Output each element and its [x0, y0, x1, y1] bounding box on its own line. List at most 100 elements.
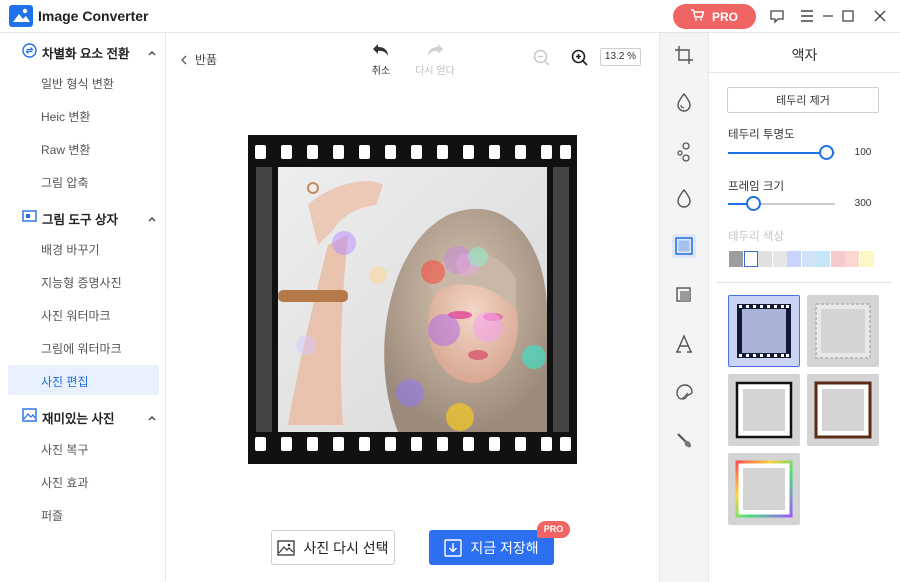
zoom-in-icon — [571, 49, 588, 66]
sidebar-item-compress[interactable]: 그림 압축 — [8, 166, 159, 196]
undo-button[interactable]: 취소 — [367, 42, 395, 77]
color-swatch[interactable] — [772, 251, 787, 267]
sidebar-item-restore[interactable]: 사진 복구 — [8, 433, 159, 463]
section-label: 재미있는 사진 — [42, 412, 115, 426]
sidebar-item-general-convert[interactable]: 일반 형식 변환 — [8, 67, 159, 97]
zoom-out-icon — [533, 49, 550, 66]
color-swatch[interactable] — [787, 251, 801, 267]
frame-style-film[interactable] — [728, 295, 800, 367]
sidebar-item-label: 퍼즐 — [41, 509, 64, 523]
transparency-value[interactable]: 100 — [848, 145, 878, 161]
redo-icon — [428, 44, 443, 56]
color-swatch[interactable] — [845, 251, 859, 267]
sidebar-item-label: 사진 워터마크 — [41, 309, 111, 323]
frame-tool-icon[interactable] — [672, 234, 696, 258]
frame-style-deckle[interactable] — [807, 295, 879, 367]
color-swatch[interactable] — [859, 251, 874, 267]
sidebar-item-photo-edit[interactable]: 사진 편집 — [8, 365, 159, 395]
transparency-label: 테두리 투명도 — [728, 129, 795, 141]
title-bar: Image Converter PRO — [0, 0, 900, 33]
frame-size-value[interactable]: 300 — [848, 196, 878, 212]
transparency-slider-knob[interactable] — [819, 145, 834, 160]
sidebar-item-photo-watermark[interactable]: 사진 워터마크 — [8, 299, 159, 329]
frame-size-label: 프레임 크기 — [728, 181, 785, 193]
toolbox-icon — [22, 209, 37, 223]
divider — [716, 282, 892, 283]
sidebar: 차별화 요소 전환 일반 형식 변환 Heic 변환 Raw 변환 그림 압축 … — [0, 33, 166, 582]
download-icon — [444, 538, 463, 557]
color-swatch[interactable] — [729, 251, 743, 267]
sidebar-item-effects[interactable]: 사진 효과 — [8, 466, 159, 496]
film-frame-thumb-icon — [737, 304, 791, 358]
frame-size-slider-knob[interactable] — [746, 196, 761, 211]
convert-icon — [22, 43, 37, 58]
zoom-level[interactable]: 13.2 % — [600, 48, 641, 66]
chat-icon[interactable] — [767, 6, 787, 26]
adjust-tool-icon[interactable] — [672, 90, 696, 114]
effect-tool-icon[interactable] — [672, 186, 696, 210]
minimize-icon[interactable] — [818, 6, 838, 26]
brush-tool-icon[interactable] — [672, 428, 696, 452]
app-title: Image Converter — [38, 8, 149, 24]
color-swatch[interactable] — [743, 251, 758, 267]
sidebar-item-puzzle[interactable]: 퍼즐 — [8, 499, 159, 529]
color-swatch[interactable] — [801, 251, 816, 267]
sidebar-section-toolbox[interactable]: 그림 도구 상자 — [0, 201, 166, 231]
pro-upgrade-button[interactable]: PRO — [673, 4, 756, 29]
undo-label: 취소 — [371, 66, 391, 77]
transparency-slider-fill — [728, 152, 827, 154]
back-button[interactable]: 반품 — [180, 51, 217, 68]
sidebar-section-fun[interactable]: 재미있는 사진 — [0, 400, 166, 430]
section-label: 그림 도구 상자 — [42, 213, 118, 227]
frame-style-rainbow[interactable] — [728, 453, 800, 525]
sidebar-item-id-photo[interactable]: 지능형 증명사진 — [8, 266, 159, 296]
frame-style-black-thin[interactable] — [728, 374, 800, 446]
sidebar-item-label: Heic 변환 — [41, 110, 91, 124]
divider — [709, 72, 900, 73]
sidebar-section-conversion[interactable]: 차별화 요소 전환 — [0, 35, 166, 65]
color-swatch[interactable] — [758, 251, 772, 267]
reselect-photo-button[interactable]: 사진 다시 선택 — [271, 530, 395, 565]
menu-icon[interactable] — [797, 6, 817, 26]
chevron-up-icon — [147, 45, 157, 56]
zoom-out-button[interactable] — [533, 49, 551, 70]
app-logo-icon — [9, 5, 33, 27]
sidebar-item-label: 일반 형식 변환 — [41, 77, 114, 91]
sidebar-item-label: Raw 변환 — [41, 143, 91, 157]
cart-icon — [690, 9, 705, 24]
back-label: 반품 — [195, 53, 218, 67]
mosaic-tool-icon[interactable] — [672, 380, 696, 404]
redo-button[interactable]: 다시 얻다 — [413, 42, 457, 77]
tool-strip — [660, 33, 708, 582]
color-swatch[interactable] — [816, 251, 830, 267]
filter-tool-icon[interactable] — [672, 140, 696, 164]
sidebar-item-label: 그림 압축 — [41, 176, 89, 190]
remove-border-button[interactable]: 테두리 제거 — [727, 87, 879, 113]
sidebar-item-heic[interactable]: Heic 변환 — [8, 100, 159, 130]
crop-tool-icon[interactable] — [672, 43, 696, 67]
sidebar-item-raw[interactable]: Raw 변환 — [8, 133, 159, 163]
color-swatch[interactable] — [830, 251, 845, 267]
black-frame-thumb-icon — [735, 381, 793, 439]
text-tool-icon[interactable] — [672, 332, 696, 356]
sticker-tool-icon[interactable] — [672, 283, 696, 307]
sidebar-item-label: 지능형 증명사진 — [41, 276, 122, 290]
panel-title: 액자 — [791, 47, 818, 63]
border-color-label: 테두리 색상 — [728, 231, 785, 243]
deckle-frame-thumb-icon — [815, 303, 871, 359]
sidebar-item-label: 사진 효과 — [41, 476, 89, 490]
sidebar-item-label: 그림에 워터마크 — [41, 342, 122, 356]
zoom-in-button[interactable] — [571, 49, 589, 70]
save-now-button[interactable]: 지금 저장해 — [429, 530, 554, 565]
image-icon — [277, 539, 296, 556]
section-label: 차별화 요소 전환 — [42, 47, 130, 61]
sidebar-item-label: 사진 편집 — [41, 375, 89, 389]
close-icon[interactable] — [870, 6, 890, 26]
chevron-up-icon — [147, 211, 157, 222]
redo-label: 다시 얻다 — [415, 66, 455, 77]
maximize-icon[interactable] — [838, 6, 858, 26]
edited-photo[interactable] — [248, 135, 577, 464]
frame-style-wood[interactable] — [807, 374, 879, 446]
sidebar-item-background[interactable]: 배경 바꾸기 — [8, 233, 159, 263]
sidebar-item-image-watermark[interactable]: 그림에 워터마크 — [8, 332, 159, 362]
